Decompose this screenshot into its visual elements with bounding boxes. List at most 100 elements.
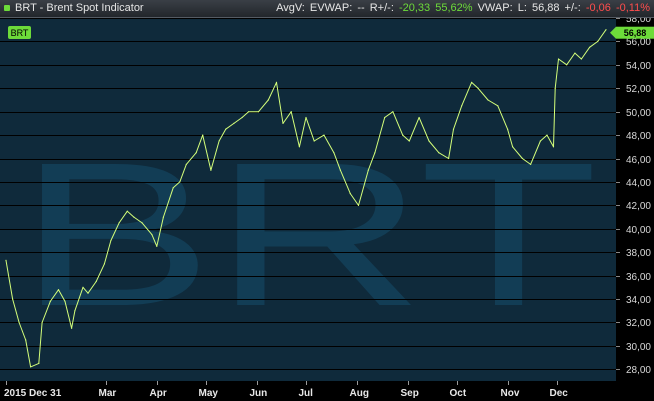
chart-window: BRT - Brent Spot Indicator AvgV: EVWAP: … bbox=[0, 0, 654, 401]
data-point bbox=[233, 122, 235, 124]
quote-stats: AvgV: EVWAP: -- R+/-: -20,33 55,62% VWAP… bbox=[274, 0, 650, 17]
data-point bbox=[87, 292, 89, 294]
data-point bbox=[156, 245, 158, 247]
data-point bbox=[25, 339, 27, 341]
change-value: -0,06 bbox=[585, 2, 611, 14]
x-tick-label: Jun bbox=[250, 388, 268, 399]
data-point bbox=[41, 321, 43, 324]
data-point bbox=[257, 111, 260, 113]
avgv-label: AvgV: bbox=[276, 2, 305, 14]
y-tick-label: 30,00 bbox=[626, 342, 651, 353]
y-tick-label: 40,00 bbox=[626, 225, 651, 236]
x-tick-label: Apr bbox=[150, 388, 167, 399]
data-point bbox=[275, 81, 278, 83]
data-point bbox=[597, 40, 599, 42]
y-tick-label: 46,00 bbox=[626, 155, 651, 166]
data-point bbox=[267, 99, 269, 101]
data-point bbox=[38, 362, 40, 364]
data-point bbox=[511, 146, 514, 148]
y-tick-label: 36,00 bbox=[626, 272, 651, 283]
data-point bbox=[339, 169, 341, 171]
data-point bbox=[49, 300, 51, 302]
data-point bbox=[557, 58, 560, 60]
y-tick-label: 52,00 bbox=[626, 84, 651, 95]
symbol-badge: BRT bbox=[8, 26, 31, 39]
data-point bbox=[118, 222, 120, 224]
data-point bbox=[521, 157, 524, 160]
data-point bbox=[574, 52, 576, 54]
data-point bbox=[248, 111, 250, 113]
data-point bbox=[172, 187, 174, 189]
data-point bbox=[298, 146, 300, 148]
data-point bbox=[438, 152, 440, 154]
data-point bbox=[566, 64, 568, 66]
data-point bbox=[110, 239, 112, 242]
vwap-label: VWAP: bbox=[477, 2, 513, 14]
last-value: 56,88 bbox=[531, 2, 560, 14]
data-point bbox=[487, 99, 489, 101]
data-point bbox=[539, 140, 542, 142]
x-tick-label: Oct bbox=[450, 388, 467, 399]
data-point bbox=[418, 116, 420, 119]
rchange-value: -20,33 bbox=[398, 2, 431, 14]
data-point bbox=[552, 146, 555, 148]
price-chart[interactable]: BRT 58,0056,0054,0052,0050,0048,0046,004… bbox=[0, 18, 654, 401]
x-tick-label: Dec bbox=[550, 388, 569, 399]
data-point bbox=[402, 134, 404, 136]
rchange-percent: 55,62% bbox=[435, 2, 473, 14]
data-point bbox=[282, 122, 284, 124]
data-point bbox=[471, 81, 473, 83]
data-point bbox=[103, 263, 105, 265]
y-tick-label: 34,00 bbox=[626, 295, 651, 306]
x-tick-label: Nov bbox=[501, 388, 520, 399]
data-point bbox=[507, 128, 509, 130]
data-point bbox=[408, 140, 410, 142]
data-point bbox=[452, 128, 455, 130]
data-point bbox=[392, 111, 394, 113]
evwap-label: EVWAP: bbox=[309, 2, 353, 14]
data-point bbox=[384, 116, 386, 119]
data-point bbox=[374, 152, 376, 154]
data-point bbox=[82, 286, 84, 288]
y-tick-label: 42,00 bbox=[626, 201, 651, 212]
data-point bbox=[202, 134, 204, 136]
y-tick-label: 54,00 bbox=[626, 61, 651, 72]
data-point bbox=[5, 259, 7, 261]
data-point bbox=[126, 210, 128, 212]
data-point bbox=[313, 140, 315, 142]
data-point bbox=[12, 298, 14, 300]
symbol-watermark: BRT bbox=[18, 120, 598, 349]
data-point bbox=[18, 321, 20, 324]
data-point bbox=[305, 116, 307, 119]
data-point bbox=[428, 140, 430, 142]
data-point bbox=[64, 300, 66, 302]
last-price-marker: 56,88 bbox=[610, 26, 654, 39]
data-point bbox=[225, 128, 227, 130]
data-point bbox=[349, 193, 351, 195]
data-point bbox=[580, 58, 583, 60]
data-point bbox=[333, 152, 335, 154]
y-tick-label: 58,00 bbox=[626, 18, 651, 25]
x-tick-label: Jul bbox=[299, 388, 314, 399]
data-point bbox=[497, 105, 499, 107]
data-point bbox=[95, 280, 97, 283]
y-tick-label: 38,00 bbox=[626, 248, 651, 259]
data-point bbox=[461, 105, 463, 107]
data-point bbox=[162, 216, 164, 218]
evwap-value: -- bbox=[357, 2, 365, 14]
data-point bbox=[448, 157, 450, 160]
data-point bbox=[133, 216, 135, 218]
data-point bbox=[554, 87, 556, 89]
data-point bbox=[30, 366, 32, 368]
data-point bbox=[71, 327, 73, 329]
data-point bbox=[141, 222, 143, 224]
y-tick-label: 50,00 bbox=[626, 108, 651, 119]
data-point bbox=[241, 116, 243, 119]
title-bar: BRT - Brent Spot Indicator AvgV: EVWAP: … bbox=[0, 0, 654, 18]
y-tick-label: 32,00 bbox=[626, 318, 651, 329]
data-point bbox=[185, 163, 187, 165]
symbol-badge-label: BRT bbox=[11, 28, 29, 38]
data-point bbox=[530, 163, 532, 165]
symbol-status-icon bbox=[4, 5, 10, 11]
window-title: BRT - Brent Spot Indicator bbox=[15, 2, 144, 14]
